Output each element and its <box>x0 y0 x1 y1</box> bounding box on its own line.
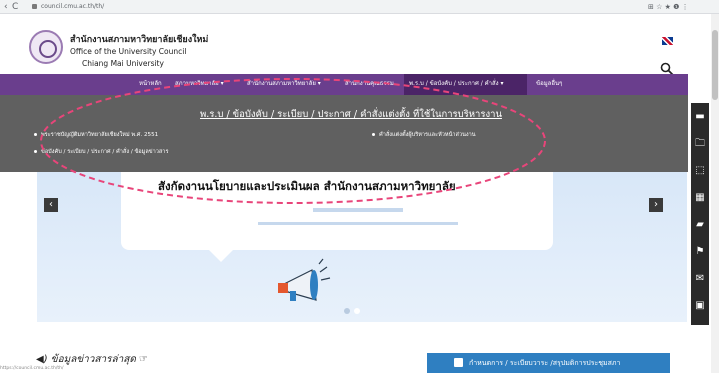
floating-toolbar: ▬ 🗀 ⬚ ▦ ▰ ⚑ ✉ ▣ <box>691 103 709 325</box>
org-name-english: Office of the University Council <box>70 47 187 56</box>
carousel-next-button[interactable]: › <box>649 198 663 212</box>
nav-item-other-info[interactable]: ข้อมูลอื่นๆ <box>536 79 562 89</box>
book-icon[interactable]: ▰ <box>691 211 709 238</box>
mail-icon[interactable]: ✉ <box>691 265 709 292</box>
hero-heading: สังกัดงานนโยบายและประเมินผล สำนักงานสภาม… <box>158 179 456 193</box>
browser-extension-icons[interactable]: ⊞ ☆ ★ ❶ ⋮ <box>648 1 689 13</box>
dropdown-link-appointments-label: คำสั่งแต่งตั้งผู้บริหารและหัวหน้าส่วนงาน <box>379 132 476 138</box>
status-bar-url: https://council.cmu.ac.th/th/ <box>0 366 64 371</box>
latest-news-heading: ◀) ข้อมูลข่าวสารล่าสุด ☞ <box>36 354 148 365</box>
nav-item-home[interactable]: หน้าหลัก <box>139 79 162 89</box>
bullet-icon <box>34 150 37 153</box>
carousel-dot[interactable] <box>344 308 350 314</box>
dropdown-link-act-label: พระราชบัญญัติมหาวิทยาลัยเชียงใหม่ พ.ศ. 2… <box>41 132 159 138</box>
dropdown-link-regulations[interactable]: ข้อบังคับ / ระเบียบ / ประกาศ / คำสั่ง / … <box>34 148 168 156</box>
document-icon[interactable]: ⬚ <box>691 157 709 184</box>
address-bar-text: council.cmu.ac.th/th/ <box>41 3 105 10</box>
person-icon[interactable]: ⚑ <box>691 238 709 265</box>
university-logo[interactable] <box>29 30 63 64</box>
page: ‹ C council.cmu.ac.th/th/ ⊞ ☆ ★ ❶ ⋮ สำนั… <box>0 0 719 373</box>
english-flag-icon[interactable] <box>662 37 673 45</box>
meeting-schedule-button[interactable]: กำหนดการ / ระเบียบวาระ /สรุปมติการประชุม… <box>427 353 670 373</box>
address-bar[interactable]: council.cmu.ac.th/th/ <box>32 2 632 12</box>
nav-item-regulations[interactable]: พ.ร.บ / ข้อบังคับ / ประกาศ / คำสั่ง ▾ <box>409 79 504 89</box>
bullet-icon <box>372 133 375 136</box>
megaphone-icon <box>278 258 331 301</box>
minimize-icon[interactable]: ▬ <box>691 103 709 130</box>
dropdown-title-link[interactable]: พ.ร.บ / ข้อบังคับ / ระเบียบ / ประกาศ / ค… <box>200 107 502 122</box>
site-header: สำนักงานสภามหาวิทยาลัยเชียงใหม่ Office o… <box>0 14 719 76</box>
briefcase-icon[interactable]: ▣ <box>691 292 709 319</box>
hero-decor-bar <box>313 208 403 212</box>
calendar-icon <box>454 358 463 367</box>
bullet-icon <box>34 133 37 136</box>
nav-item-integrity-office[interactable]: สำนักงานคุณธรรม <box>345 79 394 89</box>
browser-toolbar: ‹ C council.cmu.ac.th/th/ ⊞ ☆ ★ ❶ ⋮ <box>0 0 719 14</box>
lock-icon <box>32 4 37 9</box>
dropdown-link-regulations-label: ข้อบังคับ / ระเบียบ / ประกาศ / คำสั่ง / … <box>41 149 169 155</box>
main-nav <box>0 74 688 95</box>
carousel-prev-button[interactable]: ‹ <box>44 198 58 212</box>
regulations-dropdown-menu: พ.ร.บ / ข้อบังคับ / ระเบียบ / ประกาศ / ค… <box>0 95 688 172</box>
back-icon[interactable]: ‹ <box>4 1 8 13</box>
carousel-dot-active[interactable] <box>354 308 360 314</box>
dropdown-link-act[interactable]: พระราชบัญญัติมหาวิทยาลัยเชียงใหม่ พ.ศ. 2… <box>34 131 158 139</box>
calendar-icon[interactable]: ▦ <box>691 184 709 211</box>
org-university-name: Chiang Mai University <box>82 59 164 68</box>
reload-icon[interactable]: C <box>12 1 18 13</box>
scrollbar-thumb[interactable] <box>712 30 718 100</box>
hero-decor-bar <box>258 222 458 225</box>
org-name-thai: สำนักงานสภามหาวิทยาลัยเชียงใหม่ <box>70 35 209 45</box>
folder-icon[interactable]: 🗀 <box>691 130 709 157</box>
nav-item-university-council[interactable]: สภามหาวิทยาลัย ▾ <box>175 79 224 89</box>
nav-item-council-office[interactable]: สำนักงานสภามหาวิทยาลัย ▾ <box>247 79 321 89</box>
speech-bubble-tail <box>207 248 235 262</box>
dropdown-link-appointments[interactable]: คำสั่งแต่งตั้งผู้บริหารและหัวหน้าส่วนงาน <box>372 131 476 139</box>
